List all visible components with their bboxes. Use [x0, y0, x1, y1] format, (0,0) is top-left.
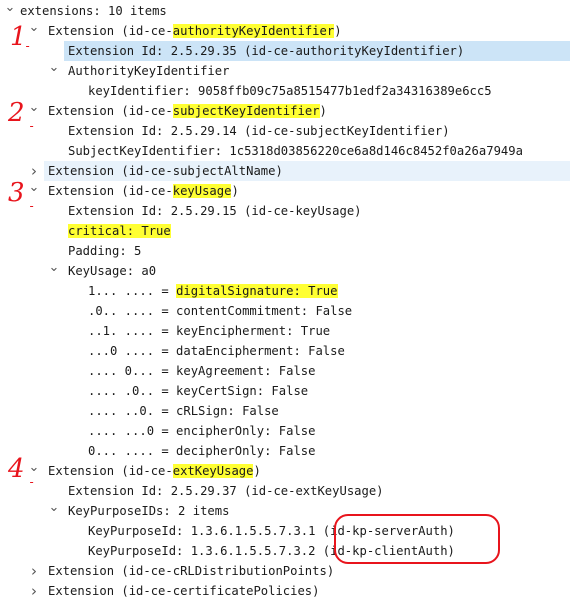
- tree-row-text: KeyPurposeId: 1.3.6.1.5.5.7.3.2 (id-kp-c…: [88, 544, 455, 558]
- annotation-dash-2: -: [28, 119, 36, 133]
- chevron-right-icon[interactable]: ›: [28, 561, 40, 581]
- chevron-right-icon[interactable]: ›: [28, 161, 40, 181]
- chevron-down-icon[interactable]: ⌄: [48, 61, 60, 81]
- tree-row[interactable]: KeyPurposeId: 1.3.6.1.5.5.7.3.2 (id-kp-c…: [0, 541, 570, 561]
- tree-row-text: KeyPurposeIDs: 2 items: [68, 504, 230, 518]
- highlighted-text: keyUsage: [172, 184, 232, 198]
- tree-row[interactable]: Extension Id: 2.5.29.15 (id-ce-keyUsage): [0, 201, 570, 221]
- tree-row-text: critical: True: [68, 221, 171, 241]
- tree-row-text: .... .0.. = keyCertSign: False: [88, 384, 309, 398]
- chevron-down-icon[interactable]: ⌄: [28, 21, 40, 41]
- tree-row[interactable]: ..1. .... = keyEncipherment: True: [0, 321, 570, 341]
- chevron-right-icon[interactable]: ›: [28, 581, 40, 601]
- chevron-down-icon[interactable]: ⌄: [28, 101, 40, 121]
- tree-row-text: Extension (id-ce-authorityKeyIdentifier): [48, 24, 342, 38]
- tree-row[interactable]: keyIdentifier: 9058ffb09c75a8515477b1edf…: [0, 81, 570, 101]
- tree-row[interactable]: ⌄ Extension (id-ce-subjectKeyIdentifier): [0, 101, 570, 121]
- chevron-down-icon[interactable]: ⌄: [4, 1, 16, 21]
- tree-row[interactable]: ...0 .... = dataEncipherment: False: [0, 341, 570, 361]
- tree-row[interactable]: Extension Id: 2.5.29.37 (id-ce-extKeyUsa…: [0, 481, 570, 501]
- tree-row-text: 1... .... = digitalSignature: True: [88, 284, 338, 298]
- annotation-dash-1: -: [24, 39, 32, 53]
- tree-row-text: ..1. .... = keyEncipherment: True: [88, 324, 331, 338]
- tree-row[interactable]: ⌄ extensions: 10 items: [0, 1, 570, 21]
- chevron-down-icon[interactable]: ⌄: [48, 501, 60, 521]
- tree-row-text: Extension (id-ce-keyUsage): [48, 184, 239, 198]
- tree-row[interactable]: 1... .... = digitalSignature: True: [0, 281, 570, 301]
- tree-row-text: KeyUsage: a0: [68, 264, 157, 278]
- tree-row-text: Extension Id: 2.5.29.14 (id-ce-subjectKe…: [68, 124, 450, 138]
- tree-row-text: Extension (id-ce-cRLDistributionPoints): [48, 564, 335, 578]
- tree-row[interactable]: ⌄ Extension (id-ce-keyUsage): [0, 181, 570, 201]
- highlighted-text: digitalSignature: True: [176, 284, 338, 298]
- tree-row-text: AuthorityKeyIdentifier: [68, 64, 230, 78]
- tree-row-text: keyIdentifier: 9058ffb09c75a8515477b1edf…: [88, 84, 492, 98]
- tree-row-text: .... ...0 = encipherOnly: False: [88, 424, 316, 438]
- tree-row[interactable]: Padding: 5: [0, 241, 570, 261]
- tree-row[interactable]: critical: True: [0, 221, 570, 241]
- tree-row-text: Extension (id-ce-subjectAltName): [48, 164, 283, 178]
- chevron-down-icon[interactable]: ⌄: [48, 261, 60, 281]
- highlighted-text: subjectKeyIdentifier: [172, 104, 320, 118]
- tree-row-text: .... 0... = keyAgreement: False: [88, 364, 316, 378]
- tree-row-text: 0... .... = decipherOnly: False: [88, 444, 316, 458]
- tree-row[interactable]: ⌄ KeyUsage: a0: [0, 261, 570, 281]
- tree-row[interactable]: › Extension (id-ce-certificatePolicies): [0, 581, 570, 601]
- annotation-number-2: 2: [8, 98, 25, 128]
- annotation-dash-3: -: [28, 199, 36, 213]
- chevron-down-icon[interactable]: ⌄: [28, 181, 40, 201]
- tree-row-text: .... ..0. = cRLSign: False: [88, 404, 279, 418]
- tree-row-text: Extension Id: 2.5.29.35 (id-ce-authority…: [68, 44, 465, 58]
- tree-row-text: Extension Id: 2.5.29.37 (id-ce-extKeyUsa…: [68, 484, 384, 498]
- tree-row-text: Extension (id-ce-subjectKeyIdentifier): [48, 104, 327, 118]
- tree-row[interactable]: .... ..0. = cRLSign: False: [0, 401, 570, 421]
- tree-row[interactable]: ⌄ AuthorityKeyIdentifier: [0, 61, 570, 81]
- tree-row[interactable]: › Extension (id-ce-cRLDistributionPoints): [0, 561, 570, 581]
- tree-row-text: Extension (id-ce-certificatePolicies): [48, 584, 320, 598]
- tree-row[interactable]: .... 0... = keyAgreement: False: [0, 361, 570, 381]
- tree-row-text: Extension Id: 2.5.29.15 (id-ce-keyUsage): [68, 204, 362, 218]
- highlighted-text: extKeyUsage: [172, 464, 254, 478]
- tree-row[interactable]: .... ...0 = encipherOnly: False: [0, 421, 570, 441]
- highlighted-text: critical: True: [68, 224, 171, 238]
- tree-row[interactable]: .... .0.. = keyCertSign: False: [0, 381, 570, 401]
- tree-row-text: ...0 .... = dataEncipherment: False: [88, 344, 345, 358]
- tree-row-text: extensions: 10 items: [20, 4, 167, 18]
- tree-row[interactable]: KeyPurposeId: 1.3.6.1.5.5.7.3.1 (id-kp-s…: [0, 521, 570, 541]
- tree-row[interactable]: .0.. .... = contentCommitment: False: [0, 301, 570, 321]
- tree-row[interactable]: › Extension (id-ce-subjectAltName): [31, 161, 570, 181]
- tree-row-text: Extension (id-ce-extKeyUsage): [48, 464, 261, 478]
- tree-row-text: Padding: 5: [68, 244, 142, 258]
- tree-row-text: .0.. .... = contentCommitment: False: [88, 304, 353, 318]
- annotation-number-3: 3: [8, 178, 25, 208]
- annotation-dash-4: -: [28, 475, 36, 489]
- tree-row[interactable]: 0... .... = decipherOnly: False: [0, 441, 570, 461]
- tree-row[interactable]: ⌄ Extension (id-ce-extKeyUsage): [0, 461, 570, 481]
- tree-row-text: SubjectKeyIdentifier: 1c5318d03856220ce6…: [68, 144, 523, 158]
- annotation-number-4: 4: [8, 454, 25, 484]
- tree-row[interactable]: Extension Id: 2.5.29.35 (id-ce-authority…: [64, 41, 570, 61]
- tree-row[interactable]: Extension Id: 2.5.29.14 (id-ce-subjectKe…: [0, 121, 570, 141]
- tree-row-text: KeyPurposeId: 1.3.6.1.5.5.7.3.1 (id-kp-s…: [88, 524, 455, 538]
- tree-row[interactable]: ⌄ KeyPurposeIDs: 2 items: [0, 501, 570, 521]
- highlighted-text: authorityKeyIdentifier: [172, 24, 335, 38]
- tree-row[interactable]: SubjectKeyIdentifier: 1c5318d03856220ce6…: [0, 141, 570, 161]
- tree-row[interactable]: ⌄ Extension (id-ce-authorityKeyIdentifier…: [0, 21, 570, 41]
